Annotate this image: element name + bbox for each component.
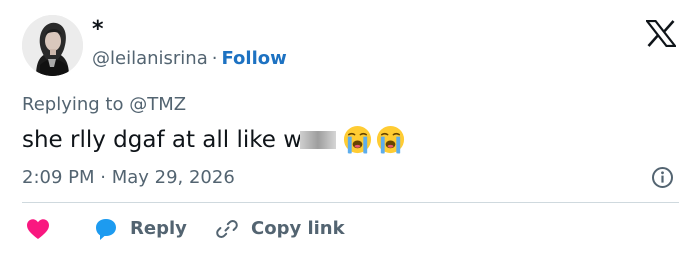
separator-dot: ·	[211, 48, 218, 69]
copy-link-label: Copy link	[251, 218, 345, 239]
avatar[interactable]	[22, 15, 83, 76]
info-icon[interactable]	[651, 166, 674, 189]
copy-link-button[interactable]: Copy link	[215, 216, 345, 242]
like-button[interactable]	[26, 216, 50, 242]
replying-to-mention[interactable]: @TMZ	[129, 94, 186, 115]
loudly-crying-face-icon	[343, 125, 372, 154]
reply-label: Reply	[130, 218, 187, 239]
display-name[interactable]: *	[92, 18, 104, 42]
heart-icon	[27, 219, 49, 239]
tweet-timestamp[interactable]: 2:09 PM · May 29, 2026	[22, 166, 235, 190]
handle-row: @leilanisrina · Follow	[92, 47, 287, 71]
tweet-text-visible: she rlly dgaf at all like w	[22, 126, 303, 153]
reply-button[interactable]: Reply	[94, 216, 187, 242]
follow-button[interactable]: Follow	[221, 48, 286, 69]
loudly-crying-face-icon	[376, 125, 405, 154]
replying-to-line: Replying to @TMZ	[22, 93, 186, 117]
speech-bubble-icon	[96, 219, 116, 240]
replying-prefix: Replying to	[22, 94, 124, 115]
link-icon	[216, 220, 238, 238]
divider	[22, 202, 679, 203]
censored-blur	[300, 130, 337, 149]
tweet-text: she rlly dgaf at all like w	[22, 124, 408, 155]
user-handle[interactable]: @leilanisrina	[92, 48, 208, 69]
x-logo-icon[interactable]	[644, 19, 678, 48]
